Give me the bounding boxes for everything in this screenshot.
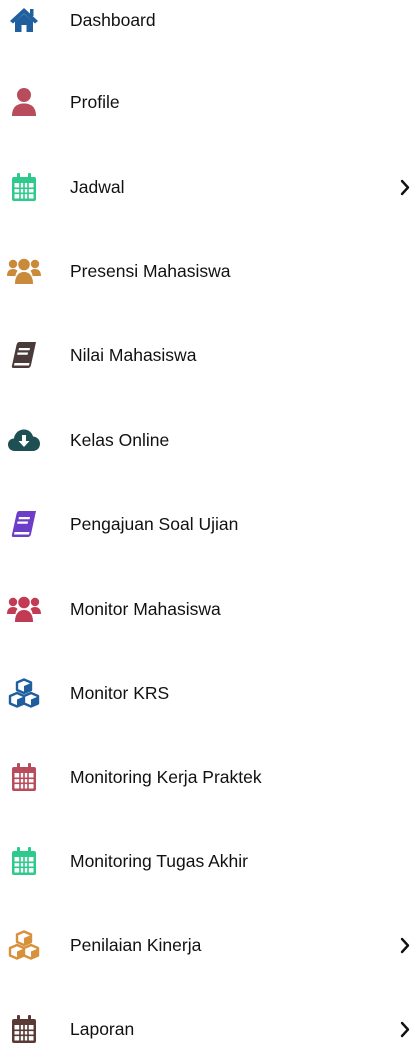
users-icon [7,254,41,288]
menu-item-label: Monitor Mahasiswa [70,599,221,619]
menu-item-profile[interactable]: Profile [0,72,417,132]
home-icon [7,3,41,37]
menu-item-monitor-krs[interactable]: Monitor KRS [0,663,417,723]
menu-item-label: Dashboard [70,10,156,30]
menu-item-kelas-online[interactable]: Kelas Online [0,410,417,470]
menu-item-monitor-mahasiswa[interactable]: Monitor Mahasiswa [0,579,417,639]
chevron-right-icon[interactable] [398,935,412,955]
menu-item-label: Jadwal [70,177,125,197]
users-icon [7,592,41,626]
user-icon [7,85,41,119]
calendar-icon [7,170,41,204]
menu-item-monitoring-kerja-praktek[interactable]: Monitoring Kerja Praktek [0,747,417,807]
calendar-icon [7,844,41,878]
menu-item-jadwal[interactable]: Jadwal [0,157,417,217]
menu-item-monitoring-tugas-akhir[interactable]: Monitoring Tugas Akhir [0,831,417,891]
book-icon [7,338,41,372]
menu-item-label: Kelas Online [70,430,170,450]
cubes-icon [7,676,41,710]
chevron-right-icon[interactable] [398,177,412,197]
menu-item-label: Presensi Mahasiswa [70,261,231,281]
menu-item-label: Pengajuan Soal Ujian [70,514,239,534]
menu-item-penilaian-kinerja[interactable]: Penilaian Kinerja [0,915,417,975]
menu-item-label: Monitoring Tugas Akhir [70,851,249,871]
menu-item-label: Profile [70,92,120,112]
cubes-icon [7,928,41,962]
menu-item-laporan[interactable]: Laporan [0,999,417,1059]
menu-item-nilai-mahasiswa[interactable]: Nilai Mahasiswa [0,325,417,385]
menu-item-label: Penilaian Kinerja [70,935,202,955]
menu-item-label: Nilai Mahasiswa [70,345,197,365]
chevron-right-icon[interactable] [398,1019,412,1039]
menu-item-label: Monitoring Kerja Praktek [70,767,262,787]
book-icon [7,507,41,541]
cloud-download-icon [7,423,41,457]
side-menu: Dashboard Profile Jadwal Presensi Mahasi… [0,0,417,1043]
menu-item-pengajuan-soal-ujian[interactable]: Pengajuan Soal Ujian [0,494,417,554]
menu-item-dashboard[interactable]: Dashboard [0,0,417,50]
menu-item-label: Monitor KRS [70,683,170,703]
calendar-icon [7,1012,41,1046]
menu-item-label: Laporan [70,1019,135,1039]
calendar-icon [7,760,41,794]
menu-item-presensi-mahasiswa[interactable]: Presensi Mahasiswa [0,241,417,301]
